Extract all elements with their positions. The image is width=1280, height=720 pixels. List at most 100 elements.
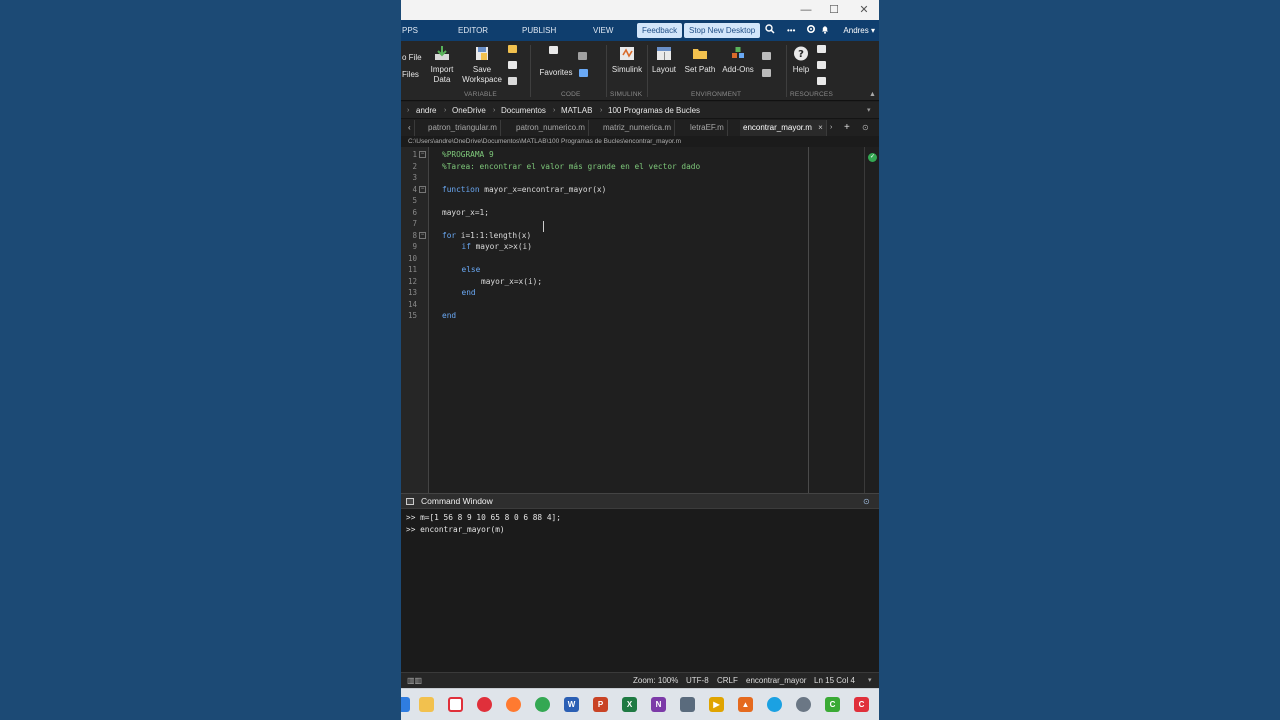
file-explorer-icon[interactable] (419, 697, 434, 712)
analyze-code-icon[interactable] (549, 46, 558, 54)
keyword: if (461, 242, 471, 251)
breadcrumb-onedrive[interactable]: OneDrive (452, 102, 486, 119)
file-tab-letraef[interactable]: letraEF.m (687, 120, 728, 136)
camtasia-icon[interactable]: C (825, 697, 840, 712)
learn-matlab-icon[interactable] (817, 77, 826, 85)
favorites-button[interactable]: Favorites (538, 68, 574, 78)
set-path-button[interactable]: Set Path (683, 45, 717, 75)
group-label-environment: ENVIRONMENT (691, 91, 742, 98)
request-support-icon[interactable] (817, 61, 826, 69)
notification-bell-icon[interactable] (820, 24, 830, 37)
tab-view[interactable]: VIEW (593, 20, 613, 41)
community-icon[interactable] (817, 45, 826, 53)
powerpoint-icon[interactable]: P (593, 697, 608, 712)
tabs-scroll-right-icon[interactable]: › (830, 120, 832, 136)
close-button[interactable]: ✕ (857, 3, 871, 17)
gear-icon[interactable] (806, 24, 816, 37)
file-tab-matriz-numerica[interactable]: matriz_numerica.m (600, 120, 676, 136)
command-window-title: Command Window (421, 496, 493, 506)
breadcrumb-current-folder[interactable]: 100 Programas de Bucles (608, 102, 700, 119)
command-window-options-icon[interactable]: ⊙ (863, 494, 870, 509)
vertical-scrollbar[interactable] (864, 147, 865, 493)
status-dropdown-icon[interactable]: ▾ (868, 673, 872, 688)
encoding[interactable]: UTF-8 (686, 673, 709, 688)
add-ons-button[interactable]: Add-Ons (721, 45, 755, 75)
group-separator (786, 45, 787, 97)
opera-icon[interactable] (477, 697, 492, 712)
current-function[interactable]: encontrar_mayor (746, 673, 806, 688)
new-variable-icon[interactable] (508, 45, 517, 53)
import-data-button[interactable]: Import Data (429, 45, 455, 85)
parallel-icon[interactable] (762, 69, 771, 77)
simulink-label: Simulink (611, 65, 643, 74)
code-analyzer-ok-icon[interactable]: ✓ (868, 153, 877, 162)
clear-commands-icon[interactable] (579, 69, 588, 77)
file-tab-encontrar-mayor[interactable]: encontrar_mayor.m × (740, 120, 827, 136)
group-label-variable: VARIABLE (464, 91, 497, 98)
app-icon[interactable] (767, 697, 782, 712)
fold-toggle-icon[interactable]: − (419, 231, 426, 239)
command-window[interactable]: >> m=[1 56 8 9 10 65 8 0 6 88 4]; >> enc… (401, 509, 879, 672)
chevron-down-icon[interactable]: ▾ (867, 102, 871, 119)
firefox-icon[interactable] (506, 697, 521, 712)
preferences-icon[interactable] (762, 52, 771, 60)
line-number-gutter: 1 2 3 4 5 6 7 8 9 10 11 12 13 14 15 − − … (401, 147, 429, 493)
breadcrumb-documentos[interactable]: Documentos (501, 102, 546, 119)
code-editor[interactable]: 1 2 3 4 5 6 7 8 9 10 11 12 13 14 15 − − … (401, 147, 879, 493)
breadcrumb-matlab[interactable]: MATLAB (561, 102, 592, 119)
new-tab-icon[interactable]: + (844, 120, 850, 136)
start-icon[interactable] (401, 697, 410, 712)
breadcrumb-andre[interactable]: andre (416, 102, 436, 119)
address-bar[interactable]: › andre › OneDrive › Documentos › MATLAB… (401, 102, 879, 119)
matlab-window: — ☐ ✕ PPS EDITOR PUBLISH VIEW Feedback S… (401, 0, 879, 720)
help-icon: ? (794, 46, 808, 61)
feedback-button[interactable]: Feedback (637, 23, 683, 38)
tab-editor[interactable]: EDITOR (458, 20, 488, 41)
line-number: 1 (412, 150, 417, 159)
fold-toggle-icon[interactable]: − (419, 151, 426, 158)
line-number: 14 (407, 299, 417, 309)
fold-toggle-icon[interactable]: − (419, 185, 426, 193)
help-button[interactable]: ? Help (790, 45, 812, 75)
cursor-position[interactable]: Ln 15 Col 4 (814, 673, 855, 688)
simulink-button[interactable]: Simulink (610, 45, 644, 75)
command-prompt-line[interactable]: >> encontrar_mayor(m) (406, 525, 505, 534)
file-tab-patron-triangular[interactable]: patron_triangular.m (425, 120, 501, 136)
maximize-button[interactable]: ☐ (827, 3, 841, 17)
clear-workspace-icon[interactable] (508, 77, 517, 85)
tab-options-icon[interactable]: ⊙ (862, 120, 869, 136)
find-files-button[interactable]: Files (402, 70, 419, 80)
status-bar-grip-icon[interactable]: ▥▥ (407, 673, 422, 688)
line-ending[interactable]: CRLF (717, 673, 738, 688)
tab-apps[interactable]: PPS (402, 20, 418, 41)
user-menu[interactable]: Andres ▾ (843, 20, 875, 41)
more-options-icon[interactable]: ••• (787, 24, 795, 37)
chrome-icon[interactable] (535, 697, 550, 712)
file-tab-patron-numerico[interactable]: patron_numerico.m (513, 120, 589, 136)
search-icon[interactable] (765, 24, 775, 37)
layout-button[interactable]: Layout (651, 45, 677, 75)
line-number: 4 (412, 184, 417, 194)
word-icon[interactable]: W (564, 697, 579, 712)
minimize-button[interactable]: — (799, 3, 813, 17)
collapse-toolstrip-icon[interactable]: ▲ (869, 91, 876, 98)
recorder-icon[interactable]: C (854, 697, 869, 712)
stop-new-desktop-button[interactable]: Stop New Desktop (684, 23, 761, 38)
matlab-icon[interactable]: ▲ (738, 697, 753, 712)
settings-gear-icon[interactable] (796, 697, 811, 712)
opera-gx-icon[interactable] (448, 697, 463, 712)
snipping-tool-icon[interactable] (680, 697, 695, 712)
open-variable-icon[interactable] (508, 61, 517, 69)
onenote-icon[interactable]: N (651, 697, 666, 712)
zoom-level[interactable]: Zoom: 100% (633, 673, 678, 688)
save-workspace-button[interactable]: Save Workspace (461, 45, 503, 85)
add-ons-label: Add-Ons (722, 65, 754, 74)
group-label-resources: RESOURCES (790, 91, 833, 98)
excel-icon[interactable]: X (622, 697, 637, 712)
tab-publish[interactable]: PUBLISH (522, 20, 556, 41)
run-time-icon[interactable] (578, 52, 587, 60)
tabs-scroll-left-icon[interactable]: ‹ (405, 120, 415, 136)
open-file-button[interactable]: o File (402, 53, 422, 63)
close-tab-icon[interactable]: × (818, 123, 823, 132)
media-player-icon[interactable]: ▶ (709, 697, 724, 712)
